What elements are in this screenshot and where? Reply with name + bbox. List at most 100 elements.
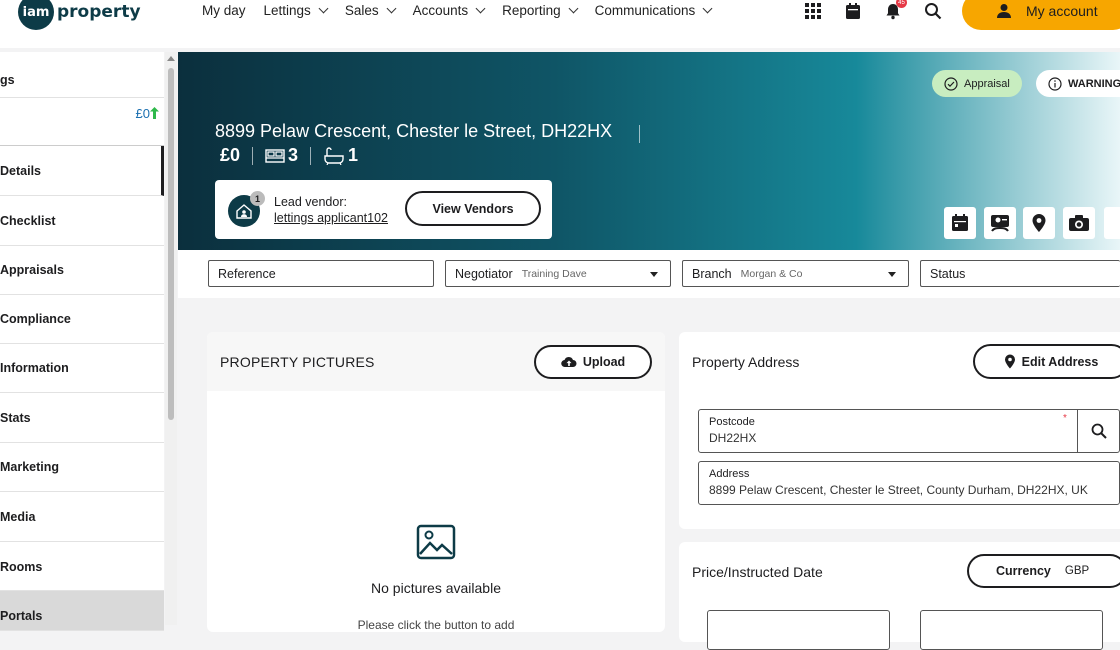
upload-button[interactable]: Upload bbox=[534, 345, 652, 379]
sidebar-item-information[interactable]: Information bbox=[0, 344, 164, 393]
calendar-action-button[interactable] bbox=[944, 207, 976, 239]
bath-icon bbox=[324, 146, 344, 165]
address-field[interactable]: Address 8899 Pelaw Crescent, Chester le … bbox=[698, 461, 1120, 505]
sidebar-item-label: Rooms bbox=[0, 560, 43, 574]
bedrooms-stat: 3 bbox=[265, 145, 298, 166]
nav-reporting[interactable]: Reporting bbox=[502, 3, 579, 18]
search-icon[interactable] bbox=[924, 2, 942, 20]
pill-label: WARNING bbox=[1068, 77, 1120, 90]
branch-value: Morgan & Co bbox=[740, 267, 803, 280]
sidebar-header-text: gs bbox=[0, 73, 15, 87]
nav-label: Reporting bbox=[502, 3, 561, 18]
currency-button[interactable]: Currency GBP bbox=[967, 554, 1120, 588]
sidebar-item-media[interactable]: Media bbox=[0, 492, 164, 542]
contacts-action-button[interactable] bbox=[984, 207, 1016, 239]
calendar-icon[interactable] bbox=[844, 2, 862, 20]
nav-communications[interactable]: Communications bbox=[595, 3, 713, 18]
sidebar-item-stats[interactable]: Stats bbox=[0, 393, 164, 443]
price-card-title: Price/Instructed Date bbox=[692, 564, 823, 580]
sidebar-price: £0 bbox=[135, 106, 150, 121]
price-instructed-card: Price/Instructed Date Currency GBP bbox=[679, 542, 1120, 650]
apps-grid-icon[interactable] bbox=[804, 2, 822, 20]
nav-label: Sales bbox=[344, 3, 379, 18]
postcode-label: Postcode bbox=[709, 416, 755, 428]
sidebar-item-marketing[interactable]: Marketing bbox=[0, 443, 164, 492]
scroll-up-arrow-icon[interactable] bbox=[167, 56, 175, 61]
sidebar-item-rooms[interactable]: Rooms bbox=[0, 542, 164, 591]
negotiator-select[interactable]: Negotiator Training Dave bbox=[445, 260, 671, 287]
property-header: Appraisal WARNING 8899 Pelaw Crescent, C… bbox=[178, 52, 1120, 250]
empty-hint: Please click the button to add bbox=[357, 618, 515, 632]
edit-address-button[interactable]: Edit Address bbox=[973, 344, 1120, 379]
nav-accounts[interactable]: Accounts bbox=[412, 3, 486, 18]
property-address-title: 8899 Pelaw Crescent, Chester le Street, … bbox=[215, 121, 613, 141]
reference-field[interactable]: Reference bbox=[208, 260, 434, 287]
status-select[interactable]: Status bbox=[920, 260, 1120, 287]
sidebar-item-label: Details bbox=[0, 164, 41, 178]
status-pill-appraisal[interactable]: Appraisal bbox=[932, 70, 1022, 97]
location-action-button[interactable] bbox=[1023, 207, 1055, 239]
lead-vendor-label: Lead vendor: bbox=[274, 195, 347, 209]
property-price: £0 bbox=[220, 145, 241, 165]
nav-my-day[interactable]: My day bbox=[202, 3, 246, 18]
logo-text: property bbox=[57, 2, 141, 22]
sidebar-item-portals[interactable]: Portals bbox=[0, 591, 164, 631]
sidebar-item-label: Information bbox=[0, 361, 69, 375]
my-account-button[interactable]: My account bbox=[962, 0, 1120, 30]
instructed-date-field[interactable] bbox=[920, 610, 1103, 650]
sidebar-item-checklist[interactable]: Checklist bbox=[0, 196, 164, 246]
postcode-search-button[interactable] bbox=[1077, 410, 1120, 452]
nav-label: Lettings bbox=[263, 3, 311, 18]
currency-label: Currency bbox=[996, 564, 1051, 578]
top-icons: 45 bbox=[804, 0, 942, 20]
currency-value: GBP bbox=[1064, 565, 1090, 577]
chevron-down-icon bbox=[568, 3, 579, 14]
negotiator-value: Training Dave bbox=[521, 267, 587, 280]
nav-lettings[interactable]: Lettings bbox=[263, 3, 329, 18]
cloud-upload-icon bbox=[561, 356, 577, 368]
price-field[interactable] bbox=[707, 610, 890, 650]
info-icon bbox=[1048, 76, 1062, 91]
sidebar-price-row: £0 bbox=[0, 98, 164, 146]
sidebar-scrollbar[interactable] bbox=[165, 52, 177, 625]
more-action-button[interactable] bbox=[1104, 207, 1120, 239]
branch-select[interactable]: Branch Morgan & Co bbox=[682, 260, 909, 287]
top-navigation-bar: iam property My day Lettings Sales Accou… bbox=[0, 0, 1120, 48]
lead-vendor-link[interactable]: lettings applicant102 bbox=[274, 211, 388, 225]
nav-label: Accounts bbox=[412, 3, 469, 18]
arrow-up-icon bbox=[150, 107, 159, 119]
notification-badge: 45 bbox=[896, 0, 907, 8]
bell-icon[interactable]: 45 bbox=[884, 0, 907, 20]
address-value: 8899 Pelaw Crescent, Chester le Street, … bbox=[709, 483, 1088, 497]
nav-label: My day bbox=[202, 3, 246, 18]
sidebar-item-label: Portals bbox=[0, 609, 43, 623]
divider bbox=[639, 125, 640, 143]
camera-action-button[interactable] bbox=[1063, 207, 1095, 239]
property-address-card: Property Address Edit Address Postcode *… bbox=[679, 332, 1120, 529]
button-label: Upload bbox=[582, 355, 626, 369]
vendor-count-badge: 1 bbox=[250, 191, 265, 206]
status-label: Status bbox=[930, 266, 966, 281]
sidebar-item-label: Marketing bbox=[0, 460, 60, 474]
sidebar-item-label: Appraisals bbox=[0, 263, 64, 277]
map-pin-icon bbox=[1004, 354, 1015, 369]
image-placeholder-icon bbox=[416, 524, 456, 560]
bed-icon bbox=[265, 148, 285, 163]
required-mark: * bbox=[1063, 413, 1067, 424]
status-pill-warning[interactable]: WARNING bbox=[1036, 70, 1120, 97]
sidebar-header: gs bbox=[0, 52, 164, 98]
house-user-icon bbox=[236, 204, 252, 219]
nav-sales[interactable]: Sales bbox=[344, 3, 397, 18]
property-stats: £0 3 1 bbox=[220, 145, 358, 166]
brand-logo[interactable]: iam property bbox=[18, 0, 141, 30]
sidebar-item-details[interactable]: Details bbox=[0, 146, 164, 196]
sidebar-item-label: Compliance bbox=[0, 312, 71, 326]
scrollbar-thumb[interactable] bbox=[168, 68, 174, 420]
property-pictures-card: PROPERTY PICTURES Upload No pictures ava… bbox=[207, 332, 665, 632]
view-vendors-button[interactable]: View Vendors bbox=[405, 191, 541, 226]
postcode-field[interactable]: Postcode * DH22HX bbox=[698, 409, 1120, 453]
sidebar-item-compliance[interactable]: Compliance bbox=[0, 295, 164, 344]
address-card-title: Property Address bbox=[692, 354, 800, 370]
sidebar-item-label: Media bbox=[0, 510, 36, 524]
sidebar-item-appraisals[interactable]: Appraisals bbox=[0, 246, 164, 295]
